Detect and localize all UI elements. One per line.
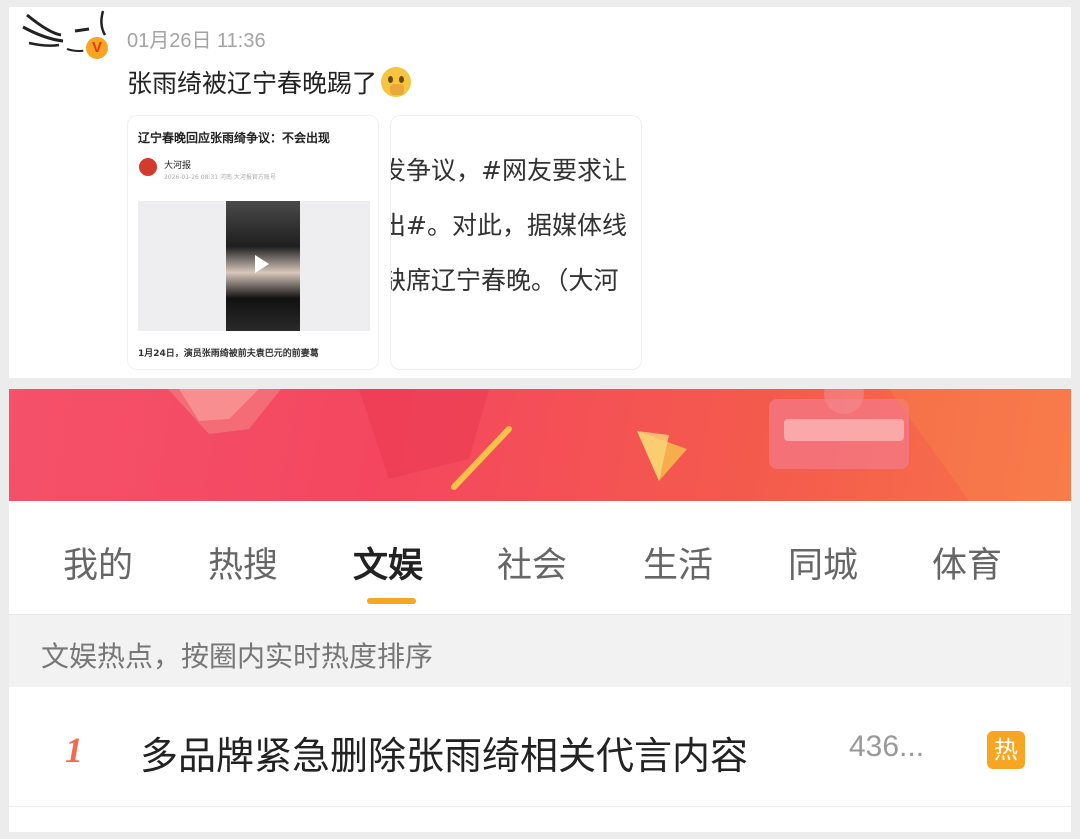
post-text: 张雨绮被辽宁春晚踢了 — [127, 64, 412, 100]
article-source: 大河报 — [164, 161, 192, 171]
rank-number: 1 — [65, 730, 83, 770]
post-image-2[interactable]: 发争议，#网友要求让 出#。对此，据媒体线 缺席辽宁春晚。（大河 — [390, 115, 642, 370]
article-line: 缺席辽宁春晚。（大河 — [390, 266, 619, 295]
section-caption: 文娱热点，按圈内实时热度排序 — [41, 640, 434, 673]
tab-mine[interactable]: 我的 — [63, 537, 133, 588]
category-tabs: 我的 热搜 文娱 社会 生活 同城 体育 — [9, 517, 1071, 607]
tab-local[interactable]: 同城 — [788, 537, 858, 588]
hot-search-banner — [9, 389, 1071, 501]
tab-society[interactable]: 社会 — [497, 537, 567, 588]
section-caption-bar: 文娱热点，按圈内实时热度排序 — [9, 615, 1071, 687]
banner-decoration-icon — [168, 389, 1071, 501]
play-icon — [255, 255, 269, 273]
post-text-content: 张雨绮被辽宁春晚踢了 — [127, 69, 378, 98]
hot-badge-icon: 热 — [987, 731, 1025, 769]
video-preview — [138, 201, 370, 331]
article-meta: 2026-01-26 08:31 河南 大河报官方账号 — [164, 174, 276, 181]
heat-count: 436... — [849, 730, 925, 763]
hot-search-item[interactable]: 1 多品牌紧急删除张雨绮相关代言内容 436... 热 — [9, 687, 1071, 807]
article-title: 辽宁春晚回应张雨绮争议：不会出现 — [138, 131, 331, 145]
weibo-post: V 01月26日 11:36 张雨绮被辽宁春晚踢了 辽宁春晚回应张雨绮争议：不会… — [9, 7, 1071, 378]
article-body: 1月24日，演员张雨绮被前夫袁巴元的前妻葛 — [138, 349, 319, 359]
tab-life[interactable]: 生活 — [643, 537, 713, 588]
verified-badge-icon: V — [83, 34, 111, 62]
tab-hot-search[interactable]: 热搜 — [208, 537, 278, 588]
tab-entertainment[interactable]: 文娱 — [353, 537, 423, 588]
shushing-face-emoji-icon — [381, 67, 412, 97]
source-logo-icon — [139, 158, 157, 176]
video-frame — [226, 201, 300, 331]
hot-search-title: 多品牌紧急删除张雨绮相关代言内容 — [140, 734, 749, 778]
article-line: 出#。对此，据媒体线 — [390, 211, 627, 240]
article-line: 发争议，#网友要求让 — [390, 156, 627, 185]
active-tab-indicator — [367, 598, 416, 604]
post-timestamp: 01月26日 11:36 — [127, 30, 266, 52]
hot-search-panel: 我的 热搜 文娱 社会 生活 同城 体育 文娱热点，按圈内实时热度排序 1 多品… — [9, 389, 1071, 832]
post-image-1[interactable]: 辽宁春晚回应张雨绮争议：不会出现 大河报 2026-01-26 08:31 河南… — [127, 115, 379, 370]
tab-sports[interactable]: 体育 — [932, 537, 1002, 588]
